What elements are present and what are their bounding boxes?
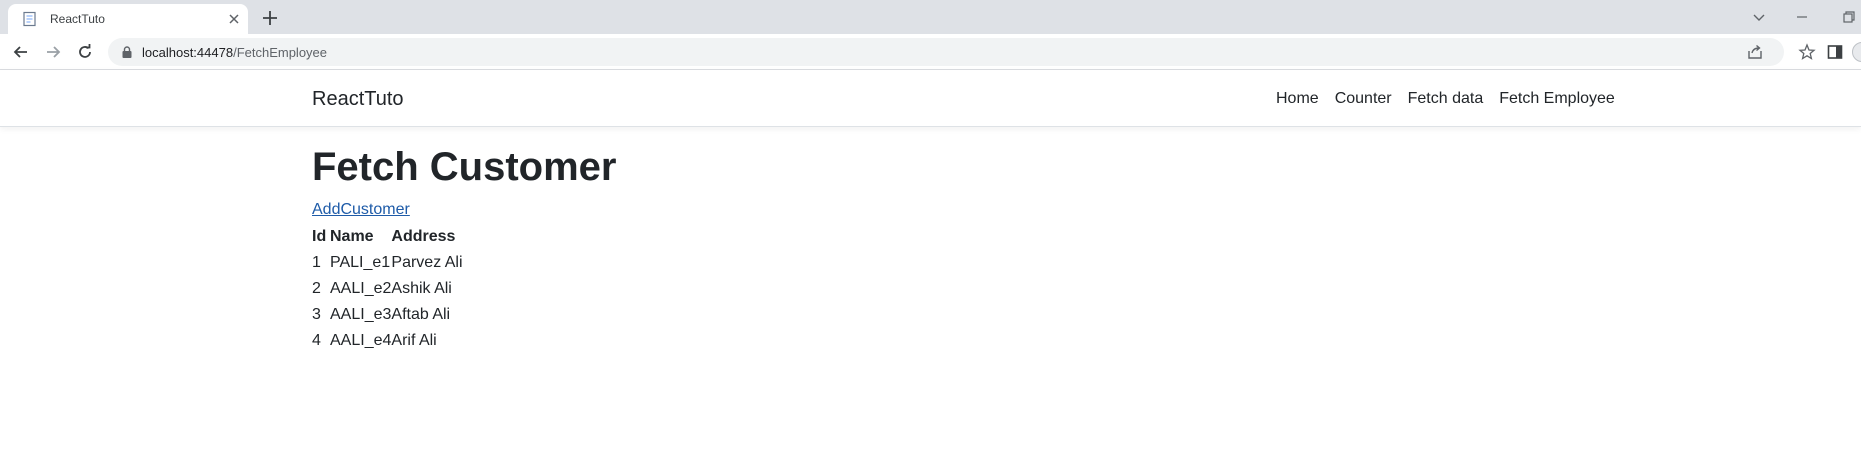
tab-title: ReactTuto xyxy=(50,12,105,26)
profile-avatar[interactable] xyxy=(1852,42,1861,62)
plus-icon[interactable] xyxy=(260,8,280,28)
cell-address: Arif Ali xyxy=(391,332,437,349)
cell-address: Aftab Ali xyxy=(391,306,451,323)
cell-name: AALI_e4 xyxy=(330,332,392,349)
browser-toolbar: localhost:44478/FetchEmployee xyxy=(0,34,1861,70)
address-bar[interactable]: localhost:44478/FetchEmployee xyxy=(108,38,1816,66)
cell-name: AALI_e3 xyxy=(330,306,392,323)
table-row: 4 AALI_e4 Arif Ali xyxy=(312,328,463,354)
header-address: Address xyxy=(391,228,456,245)
cell-name: AALI_e2 xyxy=(330,280,392,297)
back-arrow-icon[interactable] xyxy=(12,43,30,61)
navbar-brand[interactable]: ReactTuto xyxy=(312,88,404,111)
page-title: Fetch Customer xyxy=(312,145,617,189)
lock-icon[interactable] xyxy=(120,45,134,59)
chevron-down-icon[interactable] xyxy=(1750,8,1768,26)
browser-tab[interactable]: ReactTuto xyxy=(8,4,248,34)
header-name: Name xyxy=(330,228,374,245)
customer-table: Id Name Address 1 PALI_e1 Parvez Ali 2 A… xyxy=(312,224,463,354)
close-icon[interactable] xyxy=(226,11,242,27)
url-text: localhost:44478/FetchEmployee xyxy=(142,45,327,60)
cell-id: 1 xyxy=(312,254,321,271)
minimize-icon[interactable] xyxy=(1793,8,1811,26)
main-content: Fetch Customer AddCustomer Id Name Addre… xyxy=(312,143,617,354)
url-path: /FetchEmployee xyxy=(233,45,328,60)
cell-name: PALI_e1 xyxy=(330,254,391,271)
cell-address: Parvez Ali xyxy=(391,254,463,271)
cell-id: 3 xyxy=(312,306,321,323)
reload-icon[interactable] xyxy=(76,43,94,61)
table-header-row: Id Name Address xyxy=(312,224,463,250)
cell-id: 4 xyxy=(312,332,321,349)
nav-link-counter[interactable]: Counter xyxy=(1327,90,1400,108)
restore-icon[interactable] xyxy=(1840,8,1858,26)
nav-link-fetch-employee[interactable]: Fetch Employee xyxy=(1491,90,1623,108)
forward-arrow-icon[interactable] xyxy=(44,43,62,61)
nav-link-fetch-data[interactable]: Fetch data xyxy=(1400,90,1492,108)
page-favicon-icon xyxy=(22,11,38,27)
browser-tab-strip: ReactTuto xyxy=(0,0,1861,34)
add-customer-link[interactable]: AddCustomer xyxy=(312,201,410,219)
table-row: 3 AALI_e3 Aftab Ali xyxy=(312,302,463,328)
nav-links: Home Counter Fetch data Fetch Employee xyxy=(1268,90,1623,108)
app-navbar: ReactTuto Home Counter Fetch data Fetch … xyxy=(0,70,1861,127)
table-row: 1 PALI_e1 Parvez Ali xyxy=(312,250,463,276)
cell-address: Ashik Ali xyxy=(391,280,452,297)
table-row: 2 AALI_e2 Ashik Ali xyxy=(312,276,463,302)
nav-link-home[interactable]: Home xyxy=(1268,90,1327,108)
share-icon[interactable] xyxy=(1746,43,1764,61)
cell-id: 2 xyxy=(312,280,321,297)
url-host: localhost:44478 xyxy=(142,45,234,60)
star-icon[interactable] xyxy=(1798,43,1816,61)
side-panel-icon[interactable] xyxy=(1826,43,1844,61)
header-id: Id xyxy=(312,228,327,245)
